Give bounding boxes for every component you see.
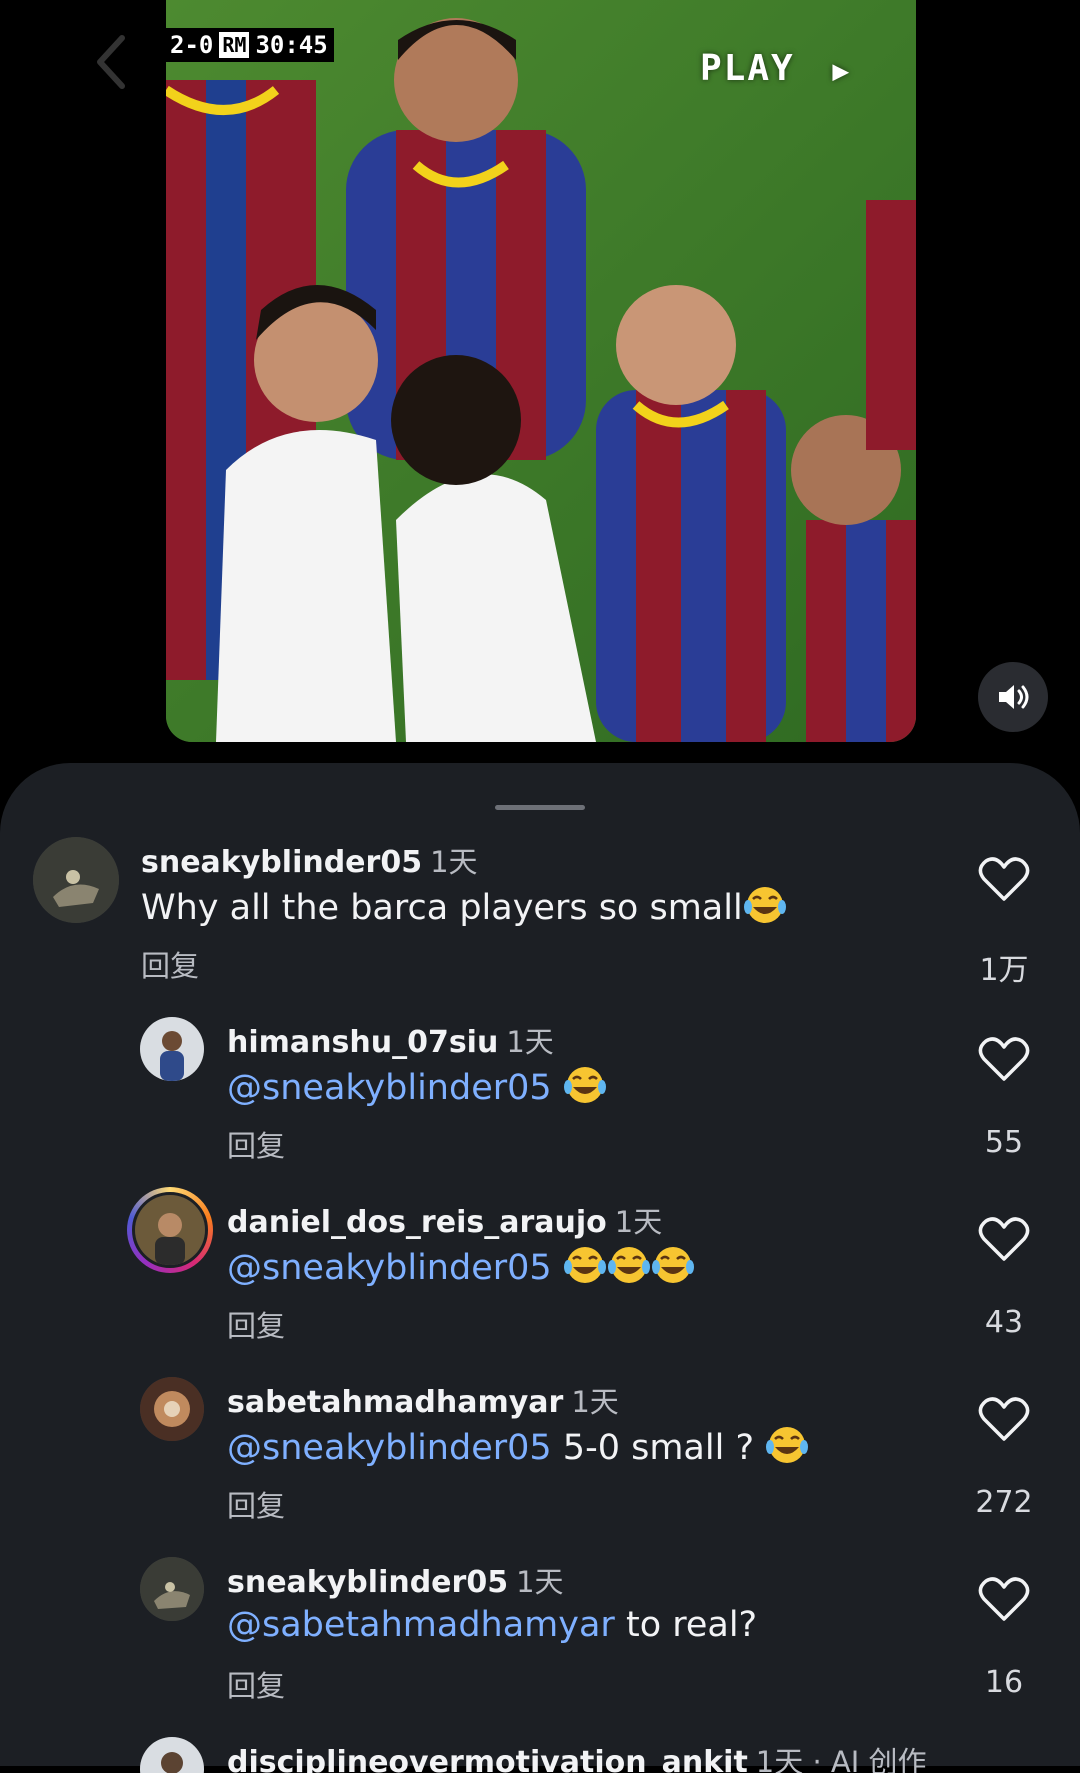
- reply-button[interactable]: 回复: [227, 1303, 285, 1345]
- tears-of-joy-emoji-icon: [607, 1247, 650, 1283]
- reply-button[interactable]: 回复: [227, 1483, 285, 1525]
- comment-text: @sneakyblinder05 5-0 small ?: [227, 1425, 809, 1468]
- speaker-icon: [999, 685, 1029, 709]
- heart-outline-icon[interactable]: [978, 855, 1030, 903]
- like-count: 43: [984, 1305, 1024, 1340]
- avatar-story-ring[interactable]: [127, 1187, 213, 1273]
- video-frame: [166, 0, 916, 742]
- comment-text: Why all the barca players so small: [141, 885, 787, 928]
- tears-of-joy-emoji-icon: [743, 887, 786, 923]
- comment-time: 1天 · AI 创作: [755, 1745, 927, 1773]
- like-count: 1万: [979, 953, 1029, 988]
- comments-sheet: sneakyblinder05 1天 Why all the barca play…: [0, 763, 1080, 1773]
- scorebug: 2-0 RM 30:45: [164, 28, 334, 62]
- heart-outline-icon[interactable]: [978, 1575, 1030, 1623]
- mention-link[interactable]: @sneakyblinder05: [227, 1068, 552, 1108]
- heart-outline-icon[interactable]: [978, 1215, 1030, 1263]
- reply-item: daniel_dos_reis_araujo 1天 @sneakyblinder0…: [0, 1187, 1080, 1363]
- video-player[interactable]: [166, 0, 916, 742]
- reply-item: himanshu_07siu 1天 @sneakyblinder05 回复 55: [0, 1013, 1080, 1183]
- match-clock: 30:45: [255, 31, 328, 59]
- mention-link[interactable]: @sneakyblinder05: [227, 1248, 552, 1288]
- tears-of-joy-emoji-icon: [766, 1427, 809, 1463]
- play-arrow-icon: ▶: [832, 54, 852, 87]
- heart-outline-icon[interactable]: [978, 1395, 1030, 1443]
- tears-of-joy-emoji-icon: [563, 1067, 606, 1103]
- play-label: PLAY: [700, 48, 795, 89]
- comment-item: sneakyblinder05 1天 Why all the barca play…: [0, 833, 1080, 1003]
- like-count: 55: [984, 1125, 1024, 1160]
- avatar[interactable]: [33, 837, 119, 923]
- comment-time: 1天: [614, 1205, 663, 1239]
- reply-button[interactable]: 回复: [227, 1663, 285, 1705]
- reply-item: sabetahmadhamyar 1天 @sneakyblinder05 5-0 …: [0, 1373, 1080, 1543]
- comment-text: @sneakyblinder05: [227, 1065, 607, 1108]
- team-badge: RM: [219, 32, 250, 58]
- comment-username[interactable]: daniel_dos_reis_araujo 1天: [227, 1199, 662, 1241]
- avatar[interactable]: [140, 1737, 204, 1773]
- tears-of-joy-emoji-icon: [563, 1247, 606, 1283]
- comment-text: @sneakyblinder05: [227, 1245, 695, 1288]
- comment-username[interactable]: sneakyblinder05 1天: [141, 839, 478, 881]
- avatar[interactable]: [140, 1377, 204, 1441]
- avatar[interactable]: [140, 1017, 204, 1081]
- comment-username[interactable]: disciplineovermotivation_ankit 1天 · AI 创作: [227, 1739, 927, 1773]
- comment-username[interactable]: himanshu_07siu 1天: [227, 1019, 554, 1061]
- reply-button[interactable]: 回复: [141, 943, 199, 985]
- comment-username[interactable]: sneakyblinder05 1天: [227, 1559, 564, 1601]
- score: 2-0: [170, 31, 214, 59]
- tears-of-joy-emoji-icon: [651, 1247, 694, 1283]
- sheet-drag-handle[interactable]: [495, 805, 585, 810]
- comment-time: 1天: [571, 1385, 619, 1419]
- mention-link[interactable]: @sabetahmadhamyar: [227, 1605, 615, 1645]
- comment-time: 1天: [430, 845, 478, 879]
- like-count: 16: [984, 1665, 1024, 1700]
- play-overlay: PLAY ▶: [700, 48, 851, 89]
- volume-button[interactable]: [978, 662, 1048, 732]
- reply-button[interactable]: 回复: [227, 1123, 285, 1165]
- mention-link[interactable]: @sneakyblinder05: [227, 1428, 552, 1468]
- heart-outline-icon[interactable]: [978, 1035, 1030, 1083]
- chevron-left-icon[interactable]: [92, 32, 132, 92]
- comment-username[interactable]: sabetahmadhamyar 1天: [227, 1379, 619, 1421]
- avatar[interactable]: [140, 1557, 204, 1621]
- reply-item: sneakyblinder05 1天 @sabetahmadhamyar to r…: [0, 1553, 1080, 1723]
- comment-time: 1天: [506, 1025, 554, 1059]
- reply-item: disciplineovermotivation_ankit 1天 · AI 创作: [0, 1733, 1080, 1773]
- like-count: 272: [975, 1485, 1033, 1520]
- comment-text: @sabetahmadhamyar to real?: [227, 1605, 758, 1645]
- comment-time: 1天: [516, 1565, 564, 1599]
